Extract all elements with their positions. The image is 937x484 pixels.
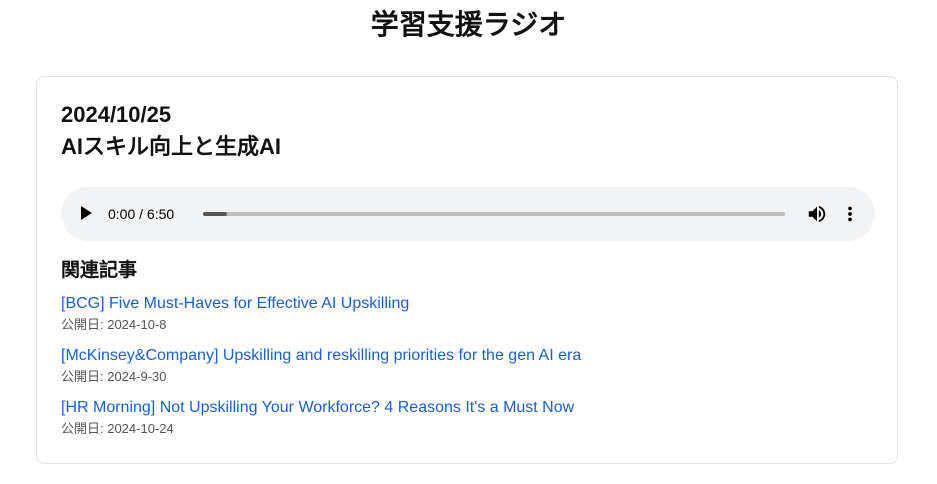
episode-date: 2024/10/25 — [61, 102, 172, 127]
article-link[interactable]: [BCG] Five Must-Haves for Effective AI U… — [61, 293, 581, 315]
article-date: 公開日: 2024-10-24 — [61, 421, 174, 436]
play-icon[interactable] — [81, 206, 92, 220]
list-item: [BCG] Five Must-Haves for Effective AI U… — [61, 293, 581, 345]
site-title: 学習支援ラジオ — [370, 9, 567, 40]
article-link[interactable]: [HR Morning] Not Upskilling Your Workfor… — [61, 397, 581, 419]
more-options-icon[interactable] — [839, 203, 861, 225]
related-articles-heading: 関連記事 — [61, 260, 138, 281]
seek-bar-fill — [203, 212, 227, 216]
episode-title: AIスキル向上と生成AI — [61, 134, 282, 159]
volume-icon[interactable] — [806, 203, 828, 225]
article-date: 公開日: 2024-10-8 — [61, 317, 167, 332]
time-display: 0:00 / 6:50 — [108, 206, 175, 222]
article-date: 公開日: 2024-9-30 — [61, 369, 167, 384]
list-item: [HR Morning] Not Upskilling Your Workfor… — [61, 397, 581, 449]
list-item: [McKinsey&Company] Upskilling and reskil… — [61, 345, 581, 397]
episode-card: 2024/10/25 AIスキル向上と生成AI 0:00 / 6:50 関連記事… — [36, 76, 898, 464]
article-link[interactable]: [McKinsey&Company] Upskilling and reskil… — [61, 345, 581, 367]
seek-bar[interactable] — [203, 212, 785, 216]
related-articles-list: [BCG] Five Must-Haves for Effective AI U… — [61, 293, 581, 449]
audio-player: 0:00 / 6:50 — [61, 187, 875, 241]
